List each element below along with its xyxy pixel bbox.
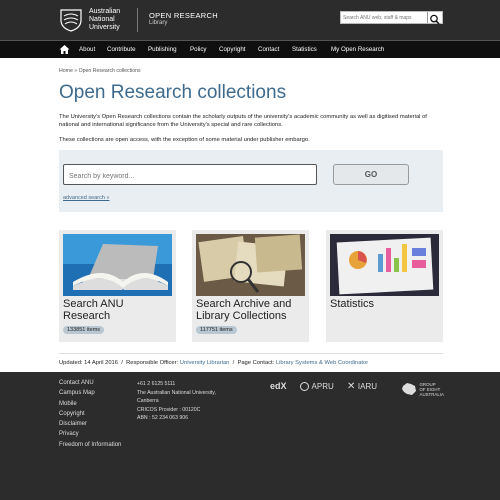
apru-circle-icon	[300, 382, 309, 392]
nav-item-statistics[interactable]: Statistics	[292, 46, 317, 53]
nav-item-copyright[interactable]: Copyright	[219, 46, 245, 53]
site-search-button[interactable]	[427, 12, 441, 25]
footer-link-disclaimer[interactable]: Disclaimer	[59, 419, 129, 429]
footer-link-privacy[interactable]: Privacy	[59, 429, 129, 439]
site-title[interactable]: OPEN RESEARCH	[149, 11, 218, 20]
home-icon[interactable]	[59, 44, 70, 55]
card-search-anu-research[interactable]: Search ANU Research 133851 items	[59, 230, 176, 342]
anu-logo[interactable]: Australian National University	[59, 8, 129, 33]
site-search	[340, 11, 443, 25]
card-title[interactable]: Search Archive and Library Collections	[196, 298, 306, 322]
responsible-officer-link[interactable]: University Librarian	[180, 360, 230, 366]
card-title[interactable]: Search ANU Research	[63, 298, 173, 322]
phone: +61 2 6125 5111	[137, 381, 176, 387]
card-archive-library[interactable]: Search Archive and Library Collections 1…	[192, 230, 309, 342]
footer-link-mobile[interactable]: Mobile	[59, 399, 129, 409]
item-count-badge: 133851 items	[63, 326, 105, 334]
logo-line-2: National	[89, 16, 115, 23]
go8-wordmark: GROUP OF EIGHT AUSTRALIA	[419, 382, 444, 397]
updated-label: Updated:	[59, 360, 83, 366]
group-of-eight-logo[interactable]: GROUP OF EIGHT AUSTRALIA	[401, 382, 444, 397]
page-title: Open Research collections	[59, 82, 287, 103]
nav-item-contribute[interactable]: Contribute	[107, 46, 136, 53]
footer-link-foi[interactable]: Freedom of Information	[59, 440, 129, 450]
laptop-book-image	[63, 234, 172, 296]
logo-wordmark: Australian National University	[89, 8, 120, 32]
footer-link-contact[interactable]: Contact ANU	[59, 378, 129, 388]
keyword-search-input[interactable]	[64, 167, 316, 186]
go8-map-icon	[402, 383, 416, 395]
card-title[interactable]: Statistics	[330, 298, 440, 310]
item-count-badge: 117751 items	[196, 326, 237, 334]
iaru-logo[interactable]: ✕ IARU	[347, 381, 377, 392]
contact-label: Page Contact:	[237, 360, 275, 366]
advanced-search-link[interactable]: advanced search »	[63, 195, 109, 201]
updated-divider	[59, 353, 443, 354]
nav-item-my-open-research[interactable]: My Open Research	[331, 46, 384, 53]
page-updated-info: Updated: 14 April 2016 / Responsible Off…	[59, 360, 369, 366]
page-contact-link[interactable]: Library Systems & Web Coordinator	[276, 360, 368, 366]
logo-line-1: Australian	[89, 8, 121, 15]
footer-address: +61 2 6125 5111 The Australian National …	[137, 380, 247, 423]
footer-link-campus-map[interactable]: Campus Map	[59, 388, 129, 398]
site-subtitle: Library	[149, 20, 168, 26]
abn: ABN : 52 234 063 906	[137, 415, 189, 421]
nav-item-publishing[interactable]: Publishing	[148, 46, 177, 53]
breadcrumb[interactable]: Home » Open Research collections	[59, 68, 141, 74]
apru-logo[interactable]: APRU	[300, 381, 334, 392]
footer-link-copyright[interactable]: Copyright	[59, 409, 129, 419]
keyword-search-field[interactable]	[63, 164, 317, 186]
cricos: CRICOS Provider : 00120C	[137, 406, 201, 413]
edx-logo[interactable]: edX	[270, 381, 287, 391]
logo-line-3: University	[89, 24, 120, 31]
updated-date: 14 April 2016	[84, 360, 118, 366]
nav-item-policy[interactable]: Policy	[190, 46, 207, 53]
site-search-input[interactable]	[343, 13, 427, 23]
card-statistics[interactable]: Statistics	[326, 230, 443, 342]
anu-crest-icon	[60, 9, 82, 32]
embargo-note: These collections are open access, with …	[59, 137, 310, 143]
address-line-1: The Australian National University,	[137, 389, 216, 396]
header-divider	[137, 8, 138, 32]
apru-wordmark: APRU	[311, 382, 334, 391]
search-icon	[430, 14, 440, 25]
officer-label: Responsible Officer:	[126, 360, 179, 366]
address-line-2: Canberra	[137, 398, 159, 404]
archive-documents-image	[196, 234, 305, 296]
iaru-star-icon: ✕	[347, 381, 356, 392]
nav-item-contact[interactable]: Contact	[258, 46, 279, 53]
main-nav: About Contribute Publishing Policy Copyr…	[0, 40, 500, 58]
site-header: Australian National University OPEN RESE…	[0, 0, 500, 40]
footer-links: Contact ANU Campus Map Mobile Copyright …	[59, 378, 129, 450]
iaru-wordmark: IARU	[357, 382, 378, 391]
intro-paragraph: The University's Open Research collectio…	[59, 114, 427, 128]
statistics-tablet-image	[330, 234, 439, 296]
nav-item-about[interactable]: About	[79, 46, 95, 53]
go-button[interactable]: GO	[333, 164, 409, 185]
